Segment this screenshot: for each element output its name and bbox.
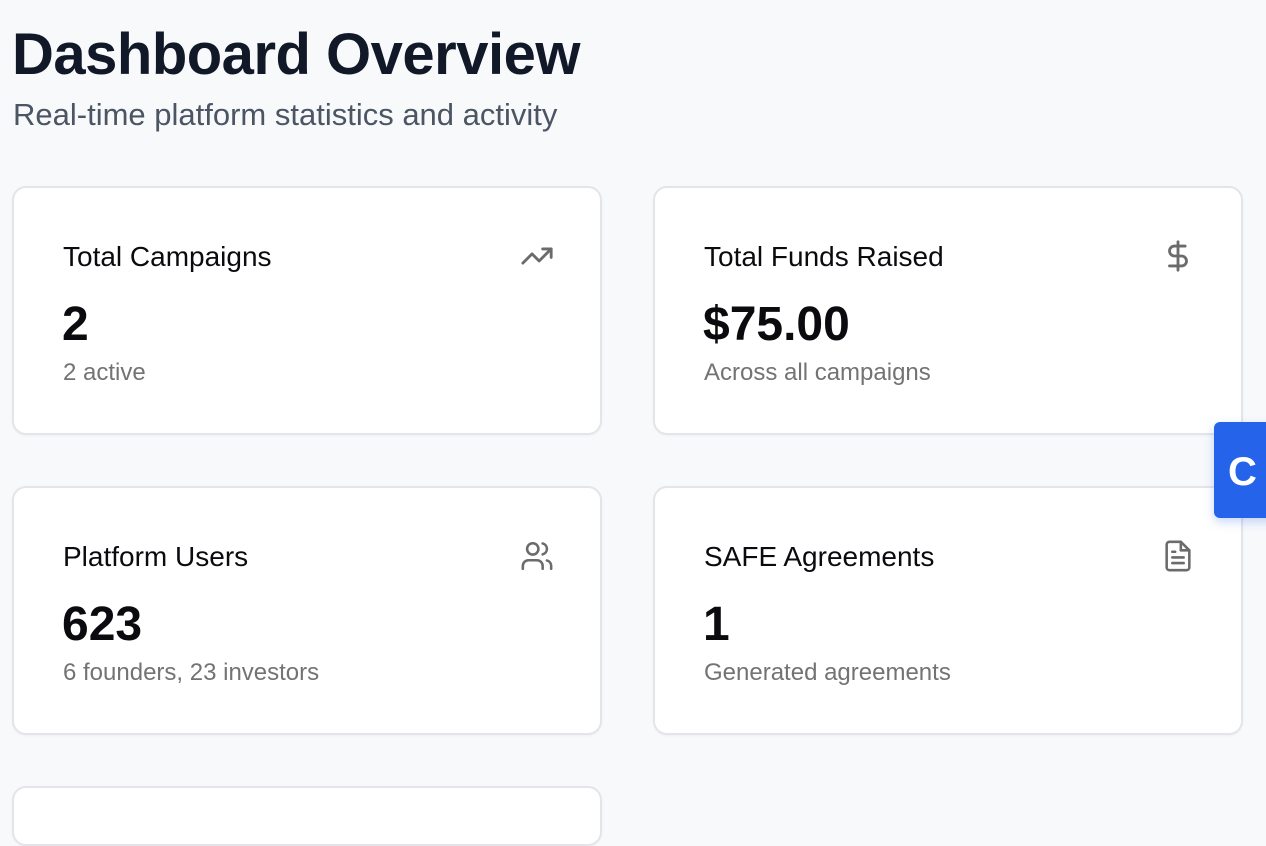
stat-card-total-funds-raised: Total Funds Raised $75.00 Across all cam… bbox=[653, 186, 1243, 435]
dollar-icon bbox=[1161, 239, 1195, 273]
help-chat-tab[interactable]: C bbox=[1214, 422, 1266, 518]
activity-panel bbox=[12, 786, 602, 846]
page-title: Dashboard Overview bbox=[12, 22, 581, 87]
stat-card-label: Total Funds Raised bbox=[704, 241, 944, 272]
stat-card-label: SAFE Agreements bbox=[704, 541, 935, 572]
stat-card-subtext: 2 active bbox=[63, 359, 146, 386]
stat-card-safe-agreements: SAFE Agreements 1 Generated agreements bbox=[653, 486, 1243, 735]
stat-card-subtext: Across all campaigns bbox=[704, 359, 931, 386]
stat-card-value: $75.00 bbox=[703, 298, 850, 351]
stat-card-value: 623 bbox=[62, 598, 143, 651]
stat-card-platform-users: Platform Users 623 6 founders, 23 invest… bbox=[12, 486, 602, 735]
stat-card-value: 1 bbox=[703, 598, 730, 651]
trending-up-icon bbox=[520, 239, 554, 273]
stat-card-label: Platform Users bbox=[63, 541, 249, 572]
stat-card-subtext: Generated agreements bbox=[704, 659, 951, 686]
stat-card-subtext: 6 founders, 23 investors bbox=[63, 659, 320, 686]
help-chat-tab-label: C bbox=[1228, 450, 1257, 494]
document-icon bbox=[1161, 539, 1195, 573]
stat-card-total-campaigns: Total Campaigns 2 2 active bbox=[12, 186, 602, 435]
page-subtitle: Real-time platform statistics and activi… bbox=[13, 97, 558, 132]
users-icon bbox=[520, 539, 554, 573]
stat-card-value: 2 bbox=[62, 298, 89, 351]
stat-card-label: Total Campaigns bbox=[63, 241, 272, 272]
